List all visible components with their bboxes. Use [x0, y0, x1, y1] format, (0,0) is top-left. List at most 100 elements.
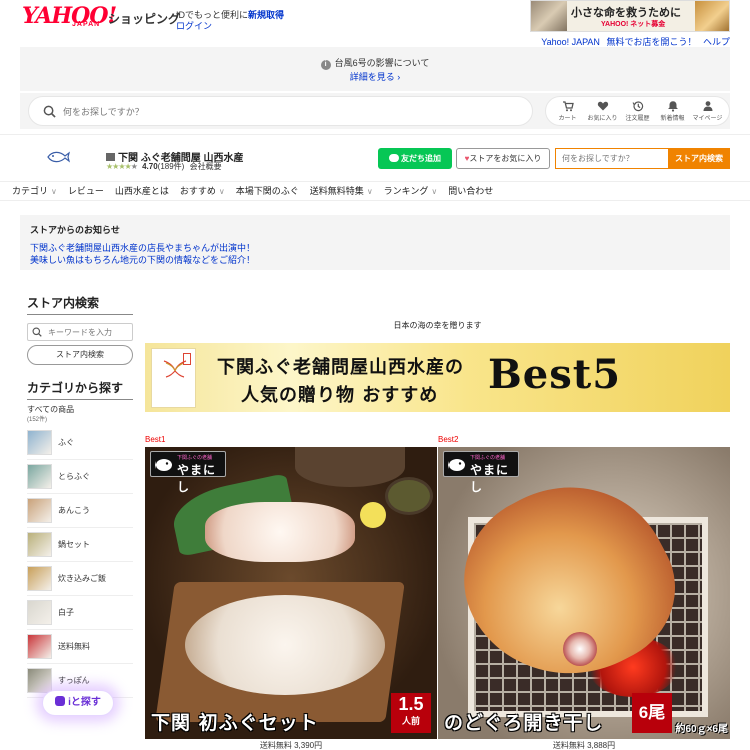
ad-title: 小さな命を救うために — [571, 7, 681, 19]
ai-search-button[interactable]: iと探す — [42, 690, 114, 716]
banner-line1: 下関ふぐ老舗問屋山西水産の — [217, 357, 464, 378]
banner-best5: Best5 — [488, 351, 622, 398]
info-icon: i — [320, 60, 331, 70]
sidebar-search-button[interactable]: ストア内検索 — [27, 345, 133, 365]
category-item[interactable]: 白子 — [27, 596, 133, 630]
product-card-hatsu-fugu[interactable]: 下関ふぐの老舗 やまにし 下関 初ふぐセット 1.5 人前 — [145, 447, 437, 739]
fugu-icon — [155, 459, 172, 471]
category-item[interactable]: 送料無料 — [27, 630, 133, 664]
review-count[interactable]: (189件) — [158, 162, 185, 171]
chevron-down-icon: ∨ — [218, 187, 225, 196]
sauce-bowl-image — [385, 477, 433, 515]
category-item[interactable]: あんこう — [27, 494, 133, 528]
shopping-label[interactable]: ショッピング — [108, 10, 180, 27]
sidebar: ストア内検索 ストア内検索 カテゴリから探す すべての商品 (152件) ふぐとら… — [27, 294, 133, 698]
notice-detail-link[interactable]: 詳細を見る › — [20, 70, 730, 83]
login-link[interactable]: ログイン — [176, 19, 212, 32]
sidebar-category-heading: カテゴリから探す — [27, 379, 133, 400]
store-nav-label: 送料無料特集 — [309, 186, 364, 196]
serving-badge: 1.5 人前 — [391, 693, 431, 733]
fugu-icon — [448, 459, 465, 471]
help-link[interactable]: ヘルプ — [703, 37, 730, 47]
category-thumbnail — [27, 498, 52, 523]
line-icon — [389, 154, 399, 162]
store-notice-link[interactable]: 下関ふぐ老舗問屋山西水産の店長やまちゃんが出演中！ — [30, 242, 720, 254]
sidebar-search-box[interactable] — [27, 323, 133, 341]
store-notice-link[interactable]: 美味しい魚はもちろん地元の下関の情報などをご紹介！ — [30, 254, 720, 266]
history-label: 注文履歴 — [625, 116, 650, 122]
main-search-box[interactable] — [28, 96, 533, 126]
yahoo-japan-link[interactable]: Yahoo! JAPAN — [541, 37, 600, 47]
news-nav[interactable]: 新着情報 — [656, 100, 690, 122]
category-item[interactable]: 炊き込みご飯 — [27, 562, 133, 596]
category-item[interactable]: ふぐ — [27, 426, 133, 460]
ad-banner[interactable]: 小さな命を救うために YAHOO! ネット募金 — [530, 0, 730, 32]
sidebar-search-input[interactable] — [48, 325, 128, 339]
banner-line2: 人気の贈り物 おすすめ — [241, 385, 439, 406]
category-thumbnail — [27, 634, 52, 659]
all-items-label: すべての商品 — [27, 405, 75, 414]
cart-nav[interactable]: カート — [551, 100, 585, 122]
mypage-nav[interactable]: マイページ — [691, 100, 725, 122]
category-label: 炊き込みご飯 — [58, 574, 106, 583]
category-thumbnail — [27, 532, 52, 557]
favorites-label: お気に入り — [587, 116, 618, 122]
heart-icon — [597, 101, 608, 111]
category-label: ふぐ — [58, 438, 74, 447]
line-add-friend-button[interactable]: 友だち追加 — [378, 148, 452, 169]
sidebar-search-heading: ストア内検索 — [27, 294, 133, 315]
store-header: 下関 ふぐ老舗問屋 山西水産 ★★★★★ 4.70(189件) 会社概要 友だち… — [0, 134, 750, 181]
bell-icon — [667, 101, 678, 112]
history-nav[interactable]: 注文履歴 — [621, 100, 655, 122]
store-building-icon — [106, 153, 115, 161]
rating-stars: ★★★★★ — [106, 162, 138, 171]
line-button-label: 友だち追加 — [401, 154, 441, 163]
store-nav-contact[interactable]: 問い合わせ — [448, 182, 493, 200]
category-label: すっぽん — [58, 676, 90, 685]
store-nav-recommend[interactable]: おすすめ ∨ — [180, 182, 225, 200]
yahoo-logo[interactable]: YAHOO! — [22, 5, 117, 27]
store-logo-icon[interactable] — [46, 149, 70, 165]
store-nav-fugu[interactable]: 本場下関のふぐ — [236, 182, 299, 200]
rating-stars-filled: ★★★★ — [106, 162, 132, 171]
store-nav-category[interactable]: カテゴリ ∨ — [12, 182, 57, 200]
store-search-button[interactable]: ストア内検索 — [668, 148, 730, 169]
store-nav-label: レビュー — [67, 186, 104, 196]
favorites-nav[interactable]: お気に入り — [586, 100, 620, 122]
fugu-slices-image — [205, 502, 355, 562]
category-label: とらふぐ — [58, 472, 90, 481]
category-thumbnail — [27, 600, 52, 625]
category-label: あんこう — [58, 506, 90, 515]
badge-text: やまにし — [177, 463, 217, 494]
store-nav-label: 山西水産とは — [114, 186, 169, 196]
serving-number: 1.5 — [398, 694, 424, 714]
store-nav-free-shipping[interactable]: 送料無料特集 ∨ — [310, 182, 373, 200]
product-price: 送料無料 3,888円 — [552, 741, 616, 750]
register-link[interactable]: 新規取得 — [248, 10, 284, 20]
open-store-link[interactable]: 無料でお店を開こう！ — [606, 37, 696, 47]
category-item[interactable]: とらふぐ — [27, 460, 133, 494]
product-card-nodoguro[interactable]: 下関ふぐの老舗 やまにし のどぐろ開き干し 6尾 約60ｇ×6尾 — [438, 447, 730, 739]
store-nav-label: カテゴリ — [12, 186, 49, 196]
store-notice-title: ストアからのお知らせ — [30, 225, 120, 235]
main-search-input[interactable] — [63, 103, 523, 121]
search-row: カート お気に入り 注文履歴 新着情報 マイページ — [20, 93, 730, 129]
best5-banner[interactable]: 下関ふぐ老舗問屋山西水産の 人気の贈り物 おすすめ Best5 — [145, 343, 730, 412]
store-search-input[interactable] — [555, 148, 668, 169]
store-nav-ranking[interactable]: ランキング ∨ — [384, 182, 438, 200]
store-favorite-button[interactable]: ♥ストアをお気に入り — [456, 148, 550, 169]
chevron-down-icon: ∨ — [51, 187, 57, 196]
search-icon — [32, 327, 42, 337]
all-items-link[interactable]: すべての商品 (152件) — [27, 404, 133, 426]
badge-text: やまにし — [470, 463, 510, 494]
company-link[interactable]: 会社概要 — [190, 162, 222, 171]
ai-search-label: iと探す — [68, 697, 101, 708]
store-nav-about[interactable]: 山西水産とは — [115, 182, 169, 200]
category-list: ふぐとらふぐあんこう鍋セット炊き込みご飯白子 送料無料すっぽん — [27, 426, 133, 698]
serving-unit: 人前 — [401, 716, 420, 726]
site-notice: i 台風6号の影響について 詳細を見る › — [20, 47, 730, 91]
yamanishi-badge: 下関ふぐの老舗 やまにし — [443, 451, 519, 494]
category-item[interactable]: 鍋セット — [27, 528, 133, 562]
store-nav-label: おすすめ — [179, 186, 216, 196]
store-nav-review[interactable]: レビュー — [68, 182, 104, 200]
